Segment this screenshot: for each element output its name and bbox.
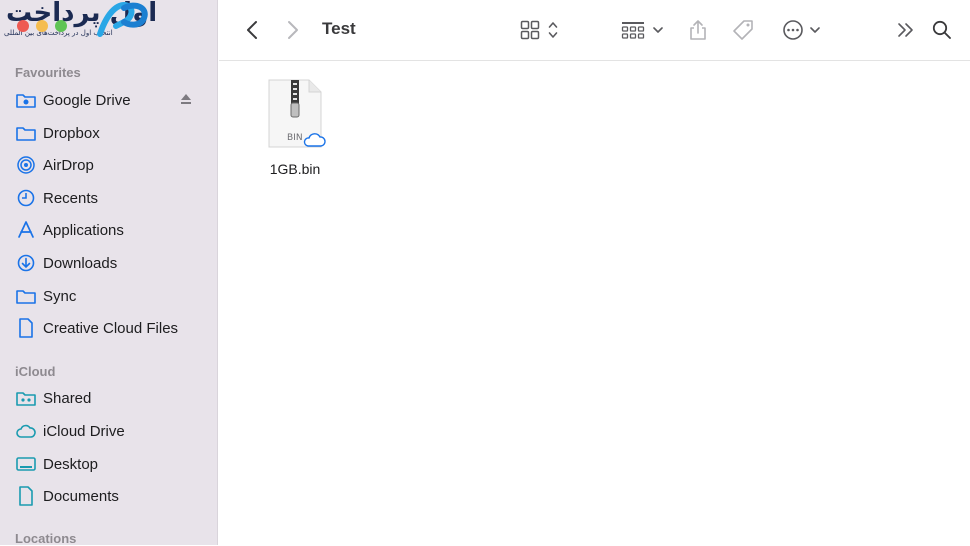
sidebar-item-applications[interactable]: Applications — [16, 218, 206, 242]
ellipsis-circle-icon — [783, 20, 803, 40]
logo-mark-icon — [97, 2, 148, 37]
desktop-icon — [16, 454, 36, 474]
toolbar-overflow-button[interactable] — [893, 17, 919, 43]
chevron-right-icon — [288, 21, 298, 39]
sidebar-item-label: AirDrop — [43, 156, 94, 174]
clock-icon — [16, 188, 36, 208]
more-actions-button[interactable] — [779, 17, 823, 43]
sidebar-item-downloads[interactable]: Downloads — [16, 251, 206, 275]
sidebar-item-label: Recents — [43, 189, 99, 207]
shared-folder-icon — [16, 388, 36, 408]
icloud-section-title: iCloud — [15, 364, 56, 379]
favourites-section-title: Favourites — [15, 65, 81, 80]
forward-button[interactable] — [282, 18, 304, 42]
up-down-chevron-icon — [548, 22, 558, 38]
search-icon — [932, 20, 951, 39]
airdrop-icon — [16, 155, 36, 175]
sidebar-item-sync[interactable]: Sync — [16, 284, 206, 308]
back-button[interactable] — [241, 18, 263, 42]
tag-icon — [733, 20, 753, 40]
group-by-button[interactable] — [619, 17, 665, 43]
sidebar-item-label: Google Drive — [43, 91, 131, 109]
chevron-left-icon — [247, 21, 257, 39]
sidebar-item-creative-cloud-files[interactable]: Creative Cloud Files — [16, 316, 206, 340]
file-name: 1GB.bin — [269, 161, 321, 177]
sidebar-item-label: Sync — [43, 287, 77, 305]
sidebar-item-documents[interactable]: Documents — [16, 484, 206, 508]
sidebar-item-label: Applications — [43, 221, 124, 239]
double-chevron-right-icon — [898, 23, 913, 37]
folder-icon — [16, 286, 36, 306]
sidebar-item-label: iCloud Drive — [43, 422, 125, 440]
share-button[interactable] — [685, 17, 711, 43]
google-drive-folder-icon — [16, 90, 36, 110]
sidebar-item-dropbox[interactable]: Dropbox — [16, 121, 206, 145]
sidebar-item-desktop[interactable]: Desktop — [16, 452, 206, 476]
share-icon — [690, 20, 706, 40]
minimize-window-button[interactable] — [36, 20, 48, 32]
sidebar-item-label: Dropbox — [43, 124, 100, 142]
sidebar-item-label: Shared — [43, 389, 92, 407]
window-title: Test — [322, 19, 356, 38]
sidebar-item-recents[interactable]: Recents — [16, 186, 206, 210]
cloud-icon — [16, 421, 36, 441]
folder-icon — [16, 123, 36, 143]
toolbar: Test — [219, 0, 970, 61]
zoom-window-button[interactable] — [55, 20, 67, 32]
document-icon — [16, 486, 36, 506]
sidebar-item-airdrop[interactable]: AirDrop — [16, 153, 206, 177]
file-type-label: BIN — [287, 133, 303, 143]
sidebar-item-label: Desktop — [43, 455, 99, 473]
chevron-down-icon — [653, 27, 663, 33]
group-grid-icon — [621, 22, 645, 39]
sidebar-item-label: Documents — [43, 487, 119, 505]
close-window-button[interactable] — [17, 20, 29, 32]
applications-icon — [16, 220, 36, 240]
chevron-down-icon — [810, 27, 820, 33]
sidebar-item-google-drive[interactable]: Google Drive — [16, 88, 206, 112]
eject-icon[interactable] — [180, 92, 192, 109]
sidebar-item-label: Downloads — [43, 254, 118, 272]
sidebar-item-icloud-drive[interactable]: iCloud Drive — [16, 419, 206, 443]
tag-button[interactable] — [730, 17, 756, 43]
locations-section-title: Locations — [15, 531, 77, 546]
sidebar: اول پرداخت انتخاب اول در پرداخت‌های بین … — [0, 0, 218, 546]
sidebar-item-label: Creative Cloud Files — [43, 319, 179, 337]
download-icon — [16, 253, 36, 273]
search-button[interactable] — [929, 17, 955, 43]
icon-grid-icon — [520, 20, 540, 40]
view-mode-button[interactable] — [517, 17, 561, 43]
sidebar-item-shared[interactable]: Shared — [16, 386, 206, 410]
document-icon — [16, 318, 36, 338]
file-item[interactable]: BIN 1GB.bin — [260, 78, 330, 177]
zip-archive-icon: BIN — [268, 79, 326, 148]
